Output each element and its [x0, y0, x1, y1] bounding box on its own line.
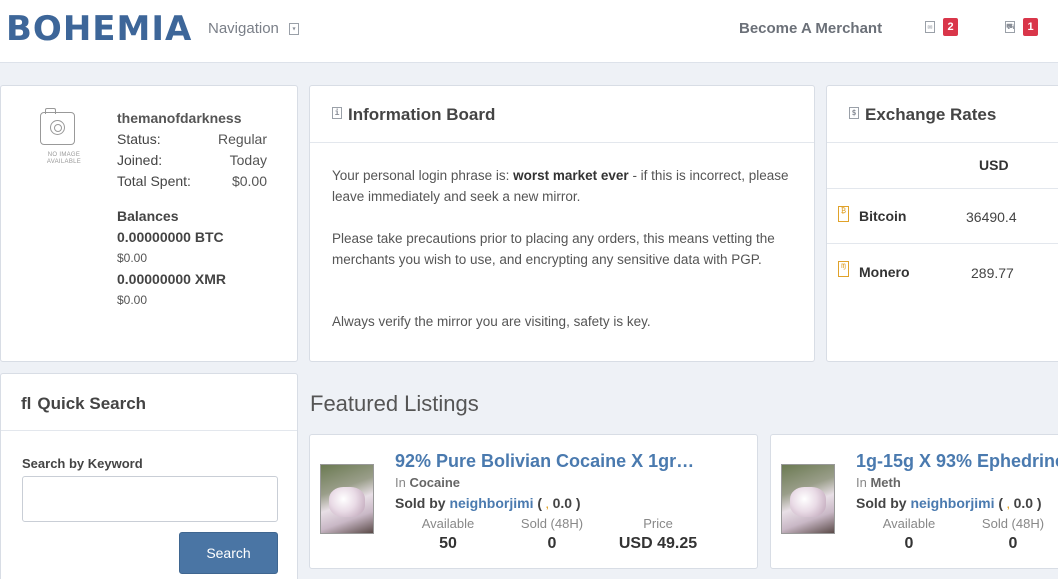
xmr-balance: 0.00000000 XMR: [117, 271, 226, 287]
joined-label: Joined:: [117, 152, 163, 168]
messages-count-badge: 2: [943, 18, 958, 36]
balances-title: Balances: [117, 208, 179, 224]
information-board-title: Information Board: [348, 105, 496, 124]
status-value: Regular: [217, 131, 267, 147]
available-value: 50: [439, 535, 457, 552]
keyword-search-input[interactable]: [22, 476, 278, 522]
joined-value: Today: [229, 152, 267, 168]
mirror-notice: Always verify the mirror you are visitin…: [332, 314, 651, 329]
precautions-notice: Please take precautions prior to placing…: [332, 231, 775, 267]
monero-icon: ɱ: [838, 261, 849, 277]
featured-listings-title: Featured Listings: [310, 391, 479, 416]
status-label: Status:: [117, 131, 161, 147]
site-logo[interactable]: BOHEMIA: [6, 9, 192, 49]
btc-balance-usd: $0.00: [117, 251, 148, 265]
exchange-currency-header: USD: [979, 157, 1009, 173]
information-board-header: i Information Board: [310, 86, 814, 143]
category-link[interactable]: Meth: [870, 475, 900, 490]
monero-rate: 289.77: [971, 265, 1014, 281]
joined-row: Joined: Today: [117, 152, 267, 168]
navigation-menu[interactable]: Navigation ▾: [208, 20, 300, 37]
information-board-panel: i Information Board Your personal login p…: [309, 85, 815, 362]
bitcoin-rate: 36490.4: [966, 209, 1017, 225]
chevron-down-icon: ▾: [289, 23, 300, 36]
login-phrase-notice: Your personal login phrase is: worst mar…: [332, 168, 789, 204]
info-icon: i: [332, 107, 342, 119]
total-spent-row: Total Spent: $0.00: [117, 173, 267, 189]
exchange-rates-title: Exchange Rates: [865, 105, 997, 124]
price-value: USD 49.25: [618, 535, 698, 552]
quick-search-panel: fl Quick Search Search by Keyword Search: [0, 373, 298, 579]
search-icon: fl: [21, 394, 32, 413]
cart-icon: ⛟: [1005, 21, 1015, 33]
total-spent-value: $0.00: [231, 173, 267, 189]
seller-rating: 0.0: [552, 495, 573, 511]
quick-search-title: Quick Search: [37, 394, 147, 413]
total-spent-label: Total Spent:: [117, 173, 191, 189]
no-image-text: NO IMAGE AVAILABLE: [46, 152, 82, 165]
search-button[interactable]: Search: [179, 532, 278, 574]
cart-notification[interactable]: ⛟1: [1005, 18, 1038, 36]
status-row: Status: Regular: [117, 131, 267, 147]
listing-title[interactable]: 1g-15g X 93% Ephedrine: [856, 451, 1058, 472]
login-phrase: worst market ever: [513, 168, 629, 183]
listing-category: In Cocaine: [395, 475, 461, 490]
quick-search-header: fl Quick Search: [1, 374, 297, 431]
star-icon: ,: [545, 500, 549, 511]
exchange-rates-header: $ Exchange Rates: [827, 86, 1058, 143]
seller-link[interactable]: neighborjimi: [910, 495, 994, 511]
available-stat: Available 50: [410, 516, 486, 553]
listing-thumbnail[interactable]: [320, 464, 374, 534]
listing-seller: Sold by neighborjimi ( , 0.0 ): [395, 495, 581, 511]
available-stat: Available 0: [871, 516, 947, 553]
sold-stat: Sold (48H) 0: [510, 516, 594, 553]
seller-rating: 0.0: [1013, 495, 1034, 511]
listing-title[interactable]: 92% Pure Bolivian Cocaine X 1gr…: [395, 451, 694, 472]
listing-card[interactable]: 92% Pure Bolivian Cocaine X 1gr… In Coca…: [309, 434, 758, 569]
sold-stat: Sold (48H) 0: [971, 516, 1055, 553]
seller-link[interactable]: neighborjimi: [449, 495, 533, 511]
exchange-divider: [827, 188, 1058, 189]
xmr-balance-usd: $0.00: [117, 293, 148, 307]
sold-value: 0: [547, 535, 557, 552]
username: themanofdarkness: [117, 110, 242, 126]
bitcoin-icon: ₿: [838, 206, 849, 222]
listing-card[interactable]: 1g-15g X 93% Ephedrine In Meth Sold by n…: [770, 434, 1058, 569]
available-value: 0: [904, 535, 914, 552]
listing-seller: Sold by neighborjimi ( , 0.0 ): [856, 495, 1042, 511]
star-icon: ,: [1006, 500, 1010, 511]
listing-category: In Meth: [856, 475, 901, 490]
exchange-divider: [827, 243, 1058, 244]
avatar: NO IMAGE AVAILABLE: [31, 108, 97, 168]
keyword-label: Search by Keyword: [22, 456, 143, 471]
listing-thumbnail[interactable]: [781, 464, 835, 534]
bitcoin-label: Bitcoin: [859, 208, 907, 224]
top-navbar: BOHEMIA Navigation ▾ Become A Merchant ✉…: [0, 0, 1058, 63]
messages-notification[interactable]: ✉ 2: [925, 18, 958, 36]
cart-count-badge: 1: [1023, 18, 1038, 36]
chart-icon: $: [849, 107, 859, 119]
navigation-label: Navigation: [208, 20, 279, 37]
envelope-icon: ✉: [925, 21, 935, 33]
become-merchant-link[interactable]: Become A Merchant: [739, 20, 882, 37]
category-link[interactable]: Cocaine: [409, 475, 460, 490]
camera-icon: [40, 108, 75, 145]
monero-label: Monero: [859, 264, 910, 280]
price-stat: Price USD 49.25: [610, 516, 706, 553]
sold-value: 0: [1008, 535, 1018, 552]
btc-balance: 0.00000000 BTC: [117, 229, 224, 245]
